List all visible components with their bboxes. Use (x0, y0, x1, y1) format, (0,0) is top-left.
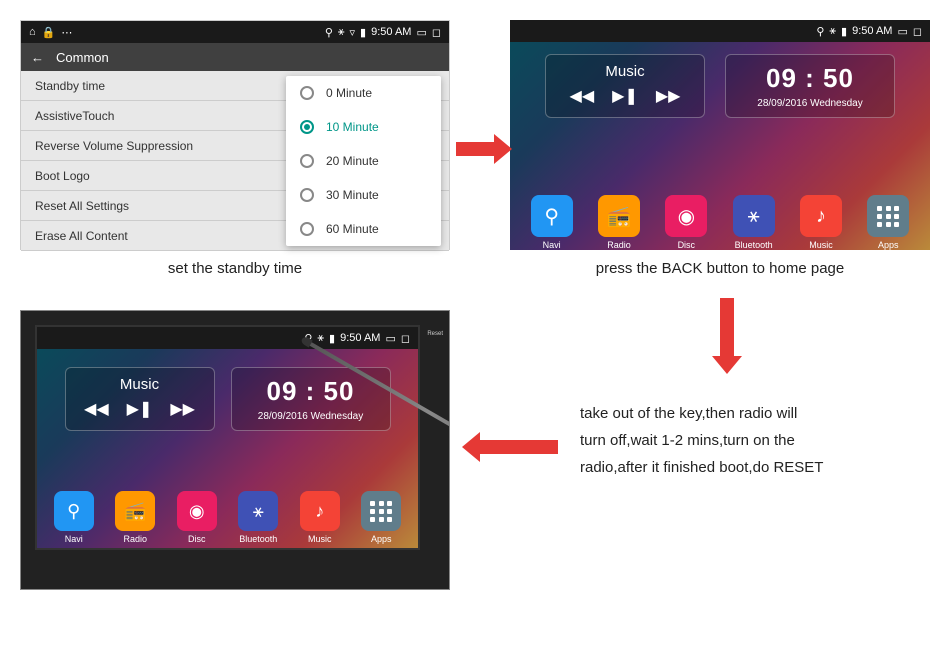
next-track-icon[interactable]: ▶▶ (656, 86, 681, 106)
radio-icon (300, 222, 314, 236)
play-pause-icon[interactable]: ▶❚ (127, 399, 153, 419)
clock-time: 09 : 50 (248, 376, 374, 407)
disc-icon: ◉ (177, 491, 217, 531)
wifi-icon: ▿ (350, 26, 356, 39)
screen-bezel: ⚲ ⚹ ▮ 9:50 AM ▭ ◻ Music ◀◀ ▶❚ ▶▶ (35, 325, 420, 550)
app-music[interactable]: ♪Music (800, 195, 842, 250)
menu-dots-icon: ⋯ (61, 26, 72, 39)
settings-panel: ⌂ 🔒 ⋯ ⚲ ⚹ ▿ ▮ 9:50 AM ▭ ◻ ← Common Stand… (20, 20, 450, 250)
clock-date: 28/09/2016 Wednesday (742, 98, 878, 109)
app-apps[interactable]: Apps (867, 195, 909, 250)
physical-unit-panel: ⚲ ⚹ ▮ 9:50 AM ▭ ◻ Music ◀◀ ▶❚ ▶▶ (20, 310, 450, 590)
app-radio[interactable]: 📻Radio (115, 491, 155, 544)
dropdown-option-60[interactable]: 60 Minute (286, 212, 441, 246)
bluetooth-icon: ⚹ (733, 195, 775, 237)
app-bluetooth[interactable]: ⚹Bluetooth (733, 195, 775, 250)
home-screen-panel: ⚲ ⚹ ▮ 9:50 AM ▭ ◻ Music ◀◀ ▶❚ ▶▶ 09 : 50… (510, 20, 930, 250)
radio-icon (300, 154, 314, 168)
lock-icon: 🔒 (42, 26, 56, 39)
status-time: 9:50 AM (852, 25, 892, 37)
battery-icon: ▭ (385, 332, 395, 345)
battery-icon: ▭ (416, 26, 426, 39)
signal-icon: ▮ (841, 25, 847, 38)
home-body: Music ◀◀ ▶❚ ▶▶ 09 : 50 28/09/2016 Wednes… (510, 42, 930, 250)
app-navi[interactable]: ⚲Navi (531, 195, 573, 250)
music-widget[interactable]: Music ◀◀ ▶❚ ▶▶ (545, 54, 705, 118)
clock-widget[interactable]: 09 : 50 28/09/2016 Wednesday (725, 54, 895, 118)
grid-icon (867, 195, 909, 237)
battery-icon: ▭ (897, 25, 907, 38)
pin-icon: ⚲ (531, 195, 573, 237)
music-title: Music (562, 63, 688, 80)
grid-icon (361, 491, 401, 531)
music-note-icon: ♪ (300, 491, 340, 531)
pin-icon: ⚲ (54, 491, 94, 531)
location-icon: ⚲ (325, 26, 333, 39)
home-body: Music ◀◀ ▶❚ ▶▶ 09 : 50 28/09/2016 Wednes… (37, 349, 418, 548)
location-icon: ⚲ (816, 25, 824, 38)
caption-3: take out of the key,then radio will turn… (580, 400, 920, 481)
radio-icon (300, 86, 314, 100)
app-apps[interactable]: Apps (361, 491, 401, 544)
bluetooth-icon: ⚹ (238, 491, 278, 531)
prev-track-icon[interactable]: ◀◀ (570, 86, 595, 106)
dropdown-option-10[interactable]: 10 Minute (286, 110, 441, 144)
status-bar: ⚲ ⚹ ▮ 9:50 AM ▭ ◻ (37, 327, 418, 349)
next-track-icon[interactable]: ▶▶ (170, 399, 195, 419)
home-icon: ⌂ (29, 26, 36, 38)
recent-apps-icon: ◻ (913, 25, 922, 38)
status-bar: ⚲ ⚹ ▮ 9:50 AM ▭ ◻ (510, 20, 930, 42)
back-arrow-icon[interactable]: ← (31, 50, 44, 65)
arrow-left-icon (478, 440, 558, 454)
bluetooth-icon: ⚹ (317, 332, 324, 345)
signal-icon: ▮ (329, 332, 335, 345)
caption-2: press the BACK button to home page (510, 260, 930, 277)
recent-apps-icon: ◻ (432, 26, 441, 39)
bluetooth-icon: ⚹ (338, 26, 345, 39)
arrow-right-icon (456, 142, 496, 156)
standby-dropdown: 0 Minute 10 Minute 20 Minute 30 Minute 6… (286, 76, 441, 246)
app-bluetooth[interactable]: ⚹Bluetooth (238, 491, 278, 544)
caption-1: set the standby time (20, 260, 450, 277)
radio-checked-icon (300, 120, 314, 134)
dropdown-option-0[interactable]: 0 Minute (286, 76, 441, 110)
signal-icon: ▮ (360, 26, 366, 39)
arrow-down-icon (720, 298, 734, 358)
app-music[interactable]: ♪Music (300, 491, 340, 544)
play-pause-icon[interactable]: ▶❚ (612, 86, 638, 106)
app-disc[interactable]: ◉Disc (665, 195, 707, 250)
clock-date: 28/09/2016 Wednesday (248, 411, 374, 422)
app-dock: ⚲Navi 📻Radio ◉Disc ⚹Bluetooth ♪Music App… (37, 487, 418, 548)
status-bar: ⌂ 🔒 ⋯ ⚲ ⚹ ▿ ▮ 9:50 AM ▭ ◻ (21, 21, 449, 43)
status-time: 9:50 AM (340, 332, 380, 344)
radio-icon: 📻 (598, 195, 640, 237)
bluetooth-icon: ⚹ (829, 25, 836, 38)
disc-icon: ◉ (665, 195, 707, 237)
recent-apps-icon: ◻ (401, 332, 410, 345)
status-time: 9:50 AM (371, 26, 411, 38)
app-dock: ⚲Navi 📻Radio ◉Disc ⚹Bluetooth ♪Music App… (510, 191, 930, 250)
radio-icon: 📻 (115, 491, 155, 531)
music-note-icon: ♪ (800, 195, 842, 237)
music-widget[interactable]: Music ◀◀ ▶❚ ▶▶ (65, 367, 215, 431)
header-title: Common (56, 50, 109, 65)
clock-time: 09 : 50 (742, 63, 878, 94)
app-radio[interactable]: 📻Radio (598, 195, 640, 250)
prev-track-icon[interactable]: ◀◀ (84, 399, 109, 419)
app-disc[interactable]: ◉Disc (177, 491, 217, 544)
dropdown-option-20[interactable]: 20 Minute (286, 144, 441, 178)
reset-button-label: Reset (427, 331, 443, 337)
music-title: Music (82, 376, 198, 393)
dropdown-option-30[interactable]: 30 Minute (286, 178, 441, 212)
radio-icon (300, 188, 314, 202)
settings-header: ← Common (21, 43, 449, 71)
app-navi[interactable]: ⚲Navi (54, 491, 94, 544)
